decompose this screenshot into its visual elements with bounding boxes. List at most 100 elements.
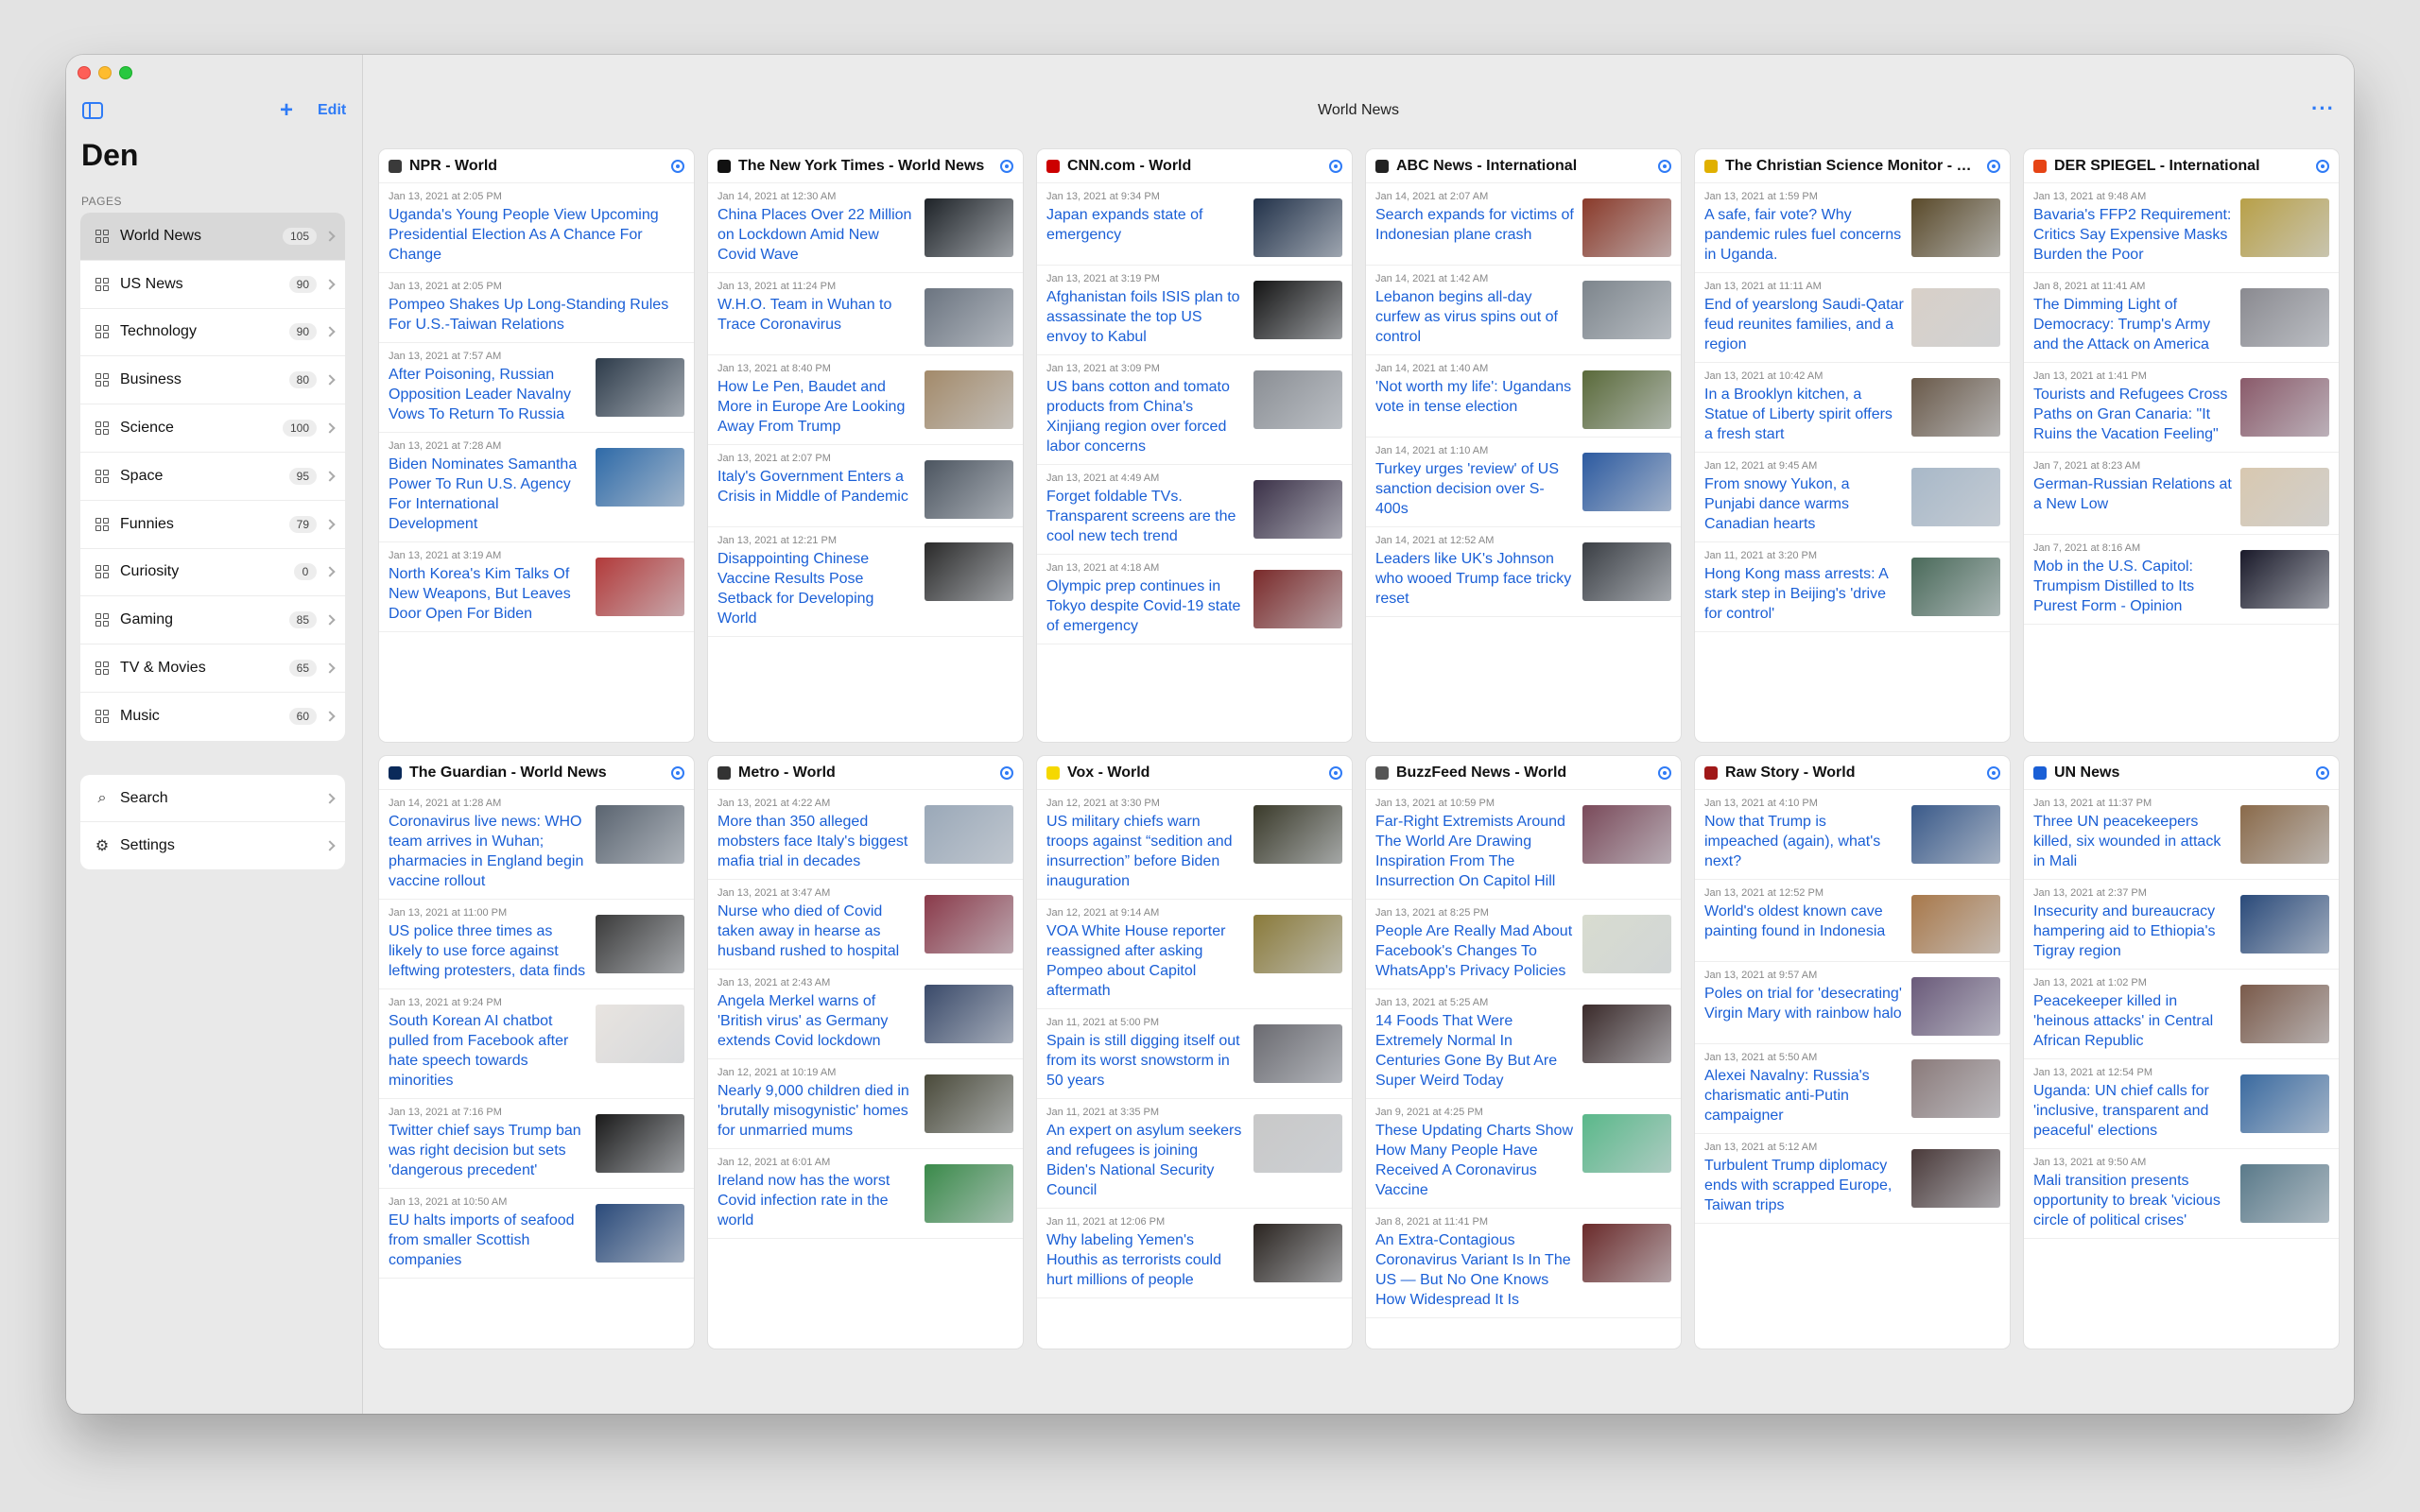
article-title-link[interactable]: Nearly 9,000 children died in 'brutally …: [717, 1081, 917, 1141]
article-item[interactable]: Jan 13, 2021 at 4:18 AM Olympic prep cont…: [1037, 555, 1352, 644]
article-thumbnail[interactable]: [1911, 198, 2000, 257]
feed-header[interactable]: ABC News - International: [1366, 149, 1681, 183]
article-thumbnail[interactable]: [1582, 1114, 1671, 1173]
article-thumbnail[interactable]: [1582, 542, 1671, 601]
sidebar-item-curiosity[interactable]: Curiosity 0: [80, 549, 345, 597]
article-title-link[interactable]: Peacekeeper killed in 'heinous attacks' …: [2033, 991, 2233, 1051]
article-thumbnail[interactable]: [1253, 805, 1342, 864]
feed-settings-icon[interactable]: [1000, 765, 1013, 780]
article-item[interactable]: Jan 12, 2021 at 9:14 AM VOA White House r…: [1037, 900, 1352, 1009]
article-thumbnail[interactable]: [2240, 198, 2329, 257]
article-title-link[interactable]: Afghanistan foils ISIS plan to assassina…: [1046, 287, 1246, 347]
article-thumbnail[interactable]: [1253, 1024, 1342, 1083]
article-item[interactable]: Jan 13, 2021 at 3:19 PM Afghanistan foils…: [1037, 266, 1352, 355]
article-thumbnail[interactable]: [596, 1114, 684, 1173]
article-item[interactable]: Jan 8, 2021 at 11:41 PM An Extra-Contagio…: [1366, 1209, 1681, 1318]
article-title-link[interactable]: Uganda: UN chief calls for 'inclusive, t…: [2033, 1081, 2233, 1141]
feed-header[interactable]: NPR - World: [379, 149, 694, 183]
article-thumbnail[interactable]: [1582, 370, 1671, 429]
article-title-link[interactable]: From snowy Yukon, a Punjabi dance warms …: [1704, 474, 1904, 534]
minimize-window-button[interactable]: [98, 66, 112, 79]
article-item[interactable]: Jan 7, 2021 at 8:16 AM Mob in the U.S. Ca…: [2024, 535, 2339, 625]
article-item[interactable]: Jan 13, 2021 at 2:07 PM Italy's Governmen…: [708, 445, 1023, 527]
zoom-window-button[interactable]: [119, 66, 132, 79]
article-item[interactable]: Jan 14, 2021 at 12:30 AM China Places Ove…: [708, 183, 1023, 273]
article-item[interactable]: Jan 13, 2021 at 5:50 AM Alexei Navalny: R…: [1695, 1044, 2010, 1134]
more-options-button[interactable]: ···: [2311, 96, 2335, 121]
article-title-link[interactable]: Alexei Navalny: Russia's charismatic ant…: [1704, 1066, 1904, 1125]
article-item[interactable]: Jan 13, 2021 at 9:57 AM Poles on trial fo…: [1695, 962, 2010, 1044]
feed-header[interactable]: Vox - World: [1037, 756, 1352, 790]
sidebar-item-gaming[interactable]: Gaming 85: [80, 596, 345, 645]
article-thumbnail[interactable]: [1253, 370, 1342, 429]
article-thumbnail[interactable]: [1582, 805, 1671, 864]
article-thumbnail[interactable]: [1253, 915, 1342, 973]
article-item[interactable]: Jan 12, 2021 at 9:45 AM From snowy Yukon,…: [1695, 453, 2010, 542]
sidebar-item-technology[interactable]: Technology 90: [80, 309, 345, 357]
article-item[interactable]: Jan 12, 2021 at 10:19 AM Nearly 9,000 chi…: [708, 1059, 1023, 1149]
article-thumbnail[interactable]: [1911, 468, 2000, 526]
article-item[interactable]: Jan 14, 2021 at 2:07 AM Search expands fo…: [1366, 183, 1681, 266]
article-thumbnail[interactable]: [1582, 281, 1671, 339]
article-item[interactable]: Jan 13, 2021 at 9:48 AM Bavaria's FFP2 Re…: [2024, 183, 2339, 273]
article-item[interactable]: Jan 13, 2021 at 4:22 AM More than 350 all…: [708, 790, 1023, 880]
sidebar-item-music[interactable]: Music 60: [80, 693, 345, 741]
article-item[interactable]: Jan 12, 2021 at 6:01 AM Ireland now has t…: [708, 1149, 1023, 1239]
article-item[interactable]: Jan 8, 2021 at 11:41 AM The Dimming Light…: [2024, 273, 2339, 363]
article-thumbnail[interactable]: [2240, 288, 2329, 347]
article-thumbnail[interactable]: [596, 358, 684, 417]
feed-settings-icon[interactable]: [1000, 159, 1013, 173]
article-item[interactable]: Jan 13, 2021 at 7:28 AM Biden Nominates S…: [379, 433, 694, 542]
article-item[interactable]: Jan 13, 2021 at 9:50 AM Mali transition p…: [2024, 1149, 2339, 1239]
article-title-link[interactable]: German-Russian Relations at a New Low: [2033, 474, 2233, 514]
feed-settings-icon[interactable]: [2316, 765, 2329, 780]
article-thumbnail[interactable]: [925, 198, 1013, 257]
article-title-link[interactable]: The Dimming Light of Democracy: Trump's …: [2033, 295, 2233, 354]
article-title-link[interactable]: Italy's Government Enters a Crisis in Mi…: [717, 467, 917, 507]
article-thumbnail[interactable]: [1253, 480, 1342, 539]
article-item[interactable]: Jan 13, 2021 at 12:52 PM World's oldest k…: [1695, 880, 2010, 962]
article-title-link[interactable]: US police three times as likely to use f…: [389, 921, 588, 981]
article-title-link[interactable]: Now that Trump is impeached (again), wha…: [1704, 812, 1904, 871]
article-item[interactable]: Jan 13, 2021 at 1:41 PM Tourists and Refu…: [2024, 363, 2339, 453]
article-thumbnail[interactable]: [2240, 895, 2329, 954]
article-thumbnail[interactable]: [925, 370, 1013, 429]
article-title-link[interactable]: Nurse who died of Covid taken away in he…: [717, 902, 917, 961]
article-item[interactable]: Jan 11, 2021 at 5:00 PM Spain is still di…: [1037, 1009, 1352, 1099]
article-title-link[interactable]: W.H.O. Team in Wuhan to Trace Coronaviru…: [717, 295, 917, 335]
article-item[interactable]: Jan 13, 2021 at 10:59 PM Far-Right Extrem…: [1366, 790, 1681, 900]
article-thumbnail[interactable]: [596, 915, 684, 973]
article-thumbnail[interactable]: [2240, 985, 2329, 1043]
feed-settings-icon[interactable]: [1658, 159, 1671, 173]
article-title-link[interactable]: Tourists and Refugees Cross Paths on Gra…: [2033, 385, 2233, 444]
article-title-link[interactable]: Why labeling Yemen's Houthis as terroris…: [1046, 1230, 1246, 1290]
article-item[interactable]: Jan 11, 2021 at 3:35 PM An expert on asyl…: [1037, 1099, 1352, 1209]
article-item[interactable]: Jan 13, 2021 at 9:24 PM South Korean AI c…: [379, 989, 694, 1099]
article-item[interactable]: Jan 14, 2021 at 1:40 AM 'Not worth my lif…: [1366, 355, 1681, 438]
article-item[interactable]: Jan 13, 2021 at 2:43 AM Angela Merkel war…: [708, 970, 1023, 1059]
feed-settings-icon[interactable]: [1658, 765, 1671, 780]
article-item[interactable]: Jan 13, 2021 at 1:59 PM A safe, fair vote…: [1695, 183, 2010, 273]
add-page-button[interactable]: +: [280, 97, 293, 124]
article-item[interactable]: Jan 13, 2021 at 8:25 PM People Are Really…: [1366, 900, 1681, 989]
article-title-link[interactable]: Turkey urges 'review' of US sanction dec…: [1375, 459, 1575, 519]
article-thumbnail[interactable]: [596, 805, 684, 864]
article-thumbnail[interactable]: [596, 558, 684, 616]
article-item[interactable]: Jan 14, 2021 at 1:28 AM Coronavirus live …: [379, 790, 694, 900]
article-thumbnail[interactable]: [596, 448, 684, 507]
article-title-link[interactable]: A safe, fair vote? Why pandemic rules fu…: [1704, 205, 1904, 265]
sidebar-item-tv-movies[interactable]: TV & Movies 65: [80, 644, 345, 693]
article-title-link[interactable]: How Le Pen, Baudet and More in Europe Ar…: [717, 377, 917, 437]
article-thumbnail[interactable]: [2240, 1164, 2329, 1223]
article-title-link[interactable]: Twitter chief says Trump ban was right d…: [389, 1121, 588, 1180]
article-title-link[interactable]: Spain is still digging itself out from i…: [1046, 1031, 1246, 1091]
article-thumbnail[interactable]: [1253, 198, 1342, 257]
article-thumbnail[interactable]: [1253, 570, 1342, 628]
article-item[interactable]: Jan 13, 2021 at 10:50 AM EU halts imports…: [379, 1189, 694, 1279]
article-item[interactable]: Jan 12, 2021 at 3:30 PM US military chief…: [1037, 790, 1352, 900]
feed-header[interactable]: The Christian Science Monitor - World: [1695, 149, 2010, 183]
article-thumbnail[interactable]: [1582, 1224, 1671, 1282]
article-thumbnail[interactable]: [1911, 1149, 2000, 1208]
article-thumbnail[interactable]: [1911, 1059, 2000, 1118]
article-thumbnail[interactable]: [2240, 378, 2329, 437]
